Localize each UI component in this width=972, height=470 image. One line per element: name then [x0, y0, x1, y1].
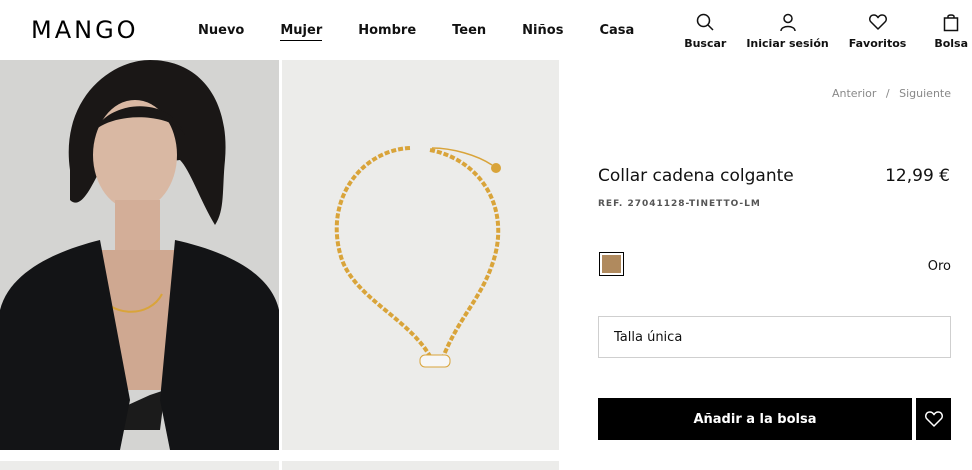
mango-logo[interactable]: MANGO — [31, 16, 139, 44]
gallery-photo-3[interactable] — [0, 461, 279, 470]
product-ref: REF. 27041128-TINETTO-LM — [598, 199, 761, 209]
product-price: 12,99 € — [885, 166, 950, 186]
pager-next[interactable]: Siguiente — [899, 87, 951, 100]
product-gallery — [0, 60, 559, 470]
bag-button[interactable]: Bolsa — [934, 12, 968, 50]
pager-prev[interactable]: Anterior — [832, 87, 876, 100]
necklace-illustration — [282, 60, 559, 450]
favorites-label: Favoritos — [848, 37, 907, 50]
bag-icon — [943, 14, 959, 32]
bag-label: Bolsa — [934, 37, 968, 50]
add-to-favorites-button[interactable] — [916, 398, 951, 440]
model-illustration — [0, 60, 279, 450]
main-nav: Nuevo Mujer Hombre Teen Niños Casa — [198, 22, 670, 41]
product-pager: Anterior / Siguiente — [832, 87, 951, 100]
nav-item-casa[interactable]: Casa — [599, 22, 634, 41]
color-swatch-fill — [602, 255, 621, 273]
header-tools: Buscar Iniciar sesión Favoritos Bolsa — [664, 12, 968, 50]
model-photo[interactable] — [0, 60, 279, 450]
search-label: Buscar — [684, 37, 727, 50]
login-label: Iniciar sesión — [746, 37, 829, 50]
nav-item-mujer[interactable]: Mujer — [280, 22, 323, 41]
gallery-photo-4[interactable] — [282, 461, 559, 470]
color-name: Oro — [927, 259, 951, 274]
product-title: Collar cadena colgante — [598, 166, 794, 186]
heart-icon — [924, 411, 943, 427]
nav-item-ninos[interactable]: Niños — [522, 22, 563, 41]
size-selector[interactable]: Talla única — [598, 316, 951, 358]
login-button[interactable]: Iniciar sesión — [746, 12, 829, 50]
add-to-bag-button[interactable]: Añadir a la bolsa — [598, 398, 912, 440]
nav-item-nuevo[interactable]: Nuevo — [198, 22, 244, 41]
heart-icon — [868, 14, 887, 30]
search-icon — [697, 13, 714, 31]
user-icon — [779, 13, 796, 32]
color-swatch[interactable] — [599, 252, 624, 276]
site-header: MANGO Nuevo Mujer Hombre Teen Niños Casa… — [0, 0, 972, 60]
product-photo[interactable] — [282, 60, 559, 450]
pager-separator: / — [885, 87, 890, 100]
nav-item-hombre[interactable]: Hombre — [358, 22, 416, 41]
nav-item-teen[interactable]: Teen — [452, 22, 486, 41]
favorites-button[interactable]: Favoritos — [848, 12, 907, 50]
search-button[interactable]: Buscar — [684, 12, 726, 50]
